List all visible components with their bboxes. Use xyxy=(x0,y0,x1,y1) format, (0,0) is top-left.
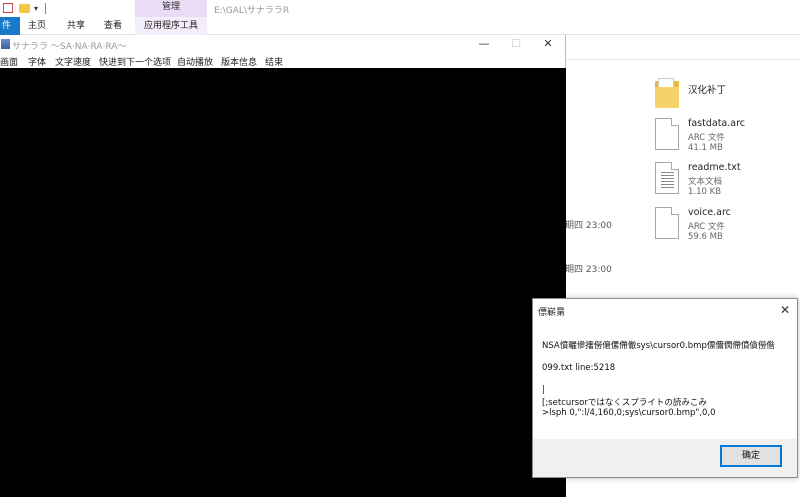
file-size: 41.1 MB xyxy=(688,143,723,153)
ribbon-tabs: 件 主页 共享 查看 应用程序工具 xyxy=(0,17,800,35)
game-menu-bar: 画面 字体 文字速度 快进到下一个选项 自动播放 版本信息 结束 xyxy=(0,54,566,68)
menu-item-screen[interactable]: 画面 xyxy=(0,55,18,68)
file-type: 文本文档 xyxy=(688,177,723,187)
file-type: ARC 文件 xyxy=(688,133,725,143)
error-dialog: 僄嶄晜 ✕ NSA憤曬傪撦僗僒傫僀僘sys\cursor0.bmp僄儞僩僀僨僋僗… xyxy=(532,298,798,478)
menu-item-font[interactable]: 字体 xyxy=(28,55,46,68)
game-window-title: サナララ ～SA·NA·RA·RA～ xyxy=(12,42,127,52)
menu-item-auto-play[interactable]: 自动播放 xyxy=(177,55,213,68)
menu-item-skip-to-choice[interactable]: 快进到下一个选项 xyxy=(99,55,171,68)
address-bar-area xyxy=(565,38,800,60)
file-type: ARC 文件 xyxy=(688,222,725,232)
file-name: 汉化补丁 xyxy=(688,85,727,96)
dialog-footer: 确定 xyxy=(533,439,797,477)
modified-date: 期四 23:00 xyxy=(565,265,612,275)
new-folder-icon[interactable] xyxy=(19,4,30,13)
maximize-button[interactable]: ☐ xyxy=(501,35,531,54)
tab-share[interactable]: 共享 xyxy=(67,17,85,35)
dialog-title: 僄嶄晜 xyxy=(538,308,566,318)
close-button[interactable]: ✕ xyxy=(533,35,563,54)
file-icon xyxy=(655,207,679,239)
window-path-title: E:\GAL\サナララR xyxy=(214,6,290,16)
manage-context-tab[interactable]: 管理 xyxy=(135,0,207,17)
menu-item-text-speed[interactable]: 文字速度 xyxy=(55,55,91,68)
game-canvas[interactable] xyxy=(0,68,566,497)
tab-home[interactable]: 主页 xyxy=(28,17,46,35)
file-size: 1.10 KB xyxy=(688,187,722,197)
file-item-voice[interactable]: voice.arc ARC 文件 59.6 MB xyxy=(655,207,795,251)
file-icon xyxy=(655,118,679,150)
error-command-line: >lsph 0,":l/4,160,0;sys\cursor0.bmp",0,0 xyxy=(542,408,716,418)
folder-icon xyxy=(655,78,679,108)
file-item-patch-folder[interactable]: 汉化补丁 xyxy=(655,76,795,120)
tab-application-tools[interactable]: 应用程序工具 xyxy=(135,17,207,35)
tab-view[interactable]: 查看 xyxy=(104,17,122,35)
close-icon[interactable]: ✕ xyxy=(776,300,794,320)
toolbar-separator xyxy=(45,3,46,14)
quick-access-toolbar: ▾ 管理 E:\GAL\サナララR xyxy=(0,0,800,17)
chevron-down-icon[interactable]: ▾ xyxy=(34,4,38,13)
file-name: fastdata.arc xyxy=(688,118,745,129)
error-separator-line: | xyxy=(542,385,545,395)
tab-file[interactable]: 件 xyxy=(0,17,20,35)
dialog-title-bar[interactable]: 僄嶄晜 ✕ xyxy=(533,299,797,321)
menu-item-exit[interactable]: 结束 xyxy=(265,55,283,68)
minimize-button[interactable]: — xyxy=(469,35,499,54)
game-window: サナララ ～SA·NA·RA·RA～ — ☐ ✕ 画面 字体 文字速度 快进到下… xyxy=(0,35,566,497)
error-location-line: 099.txt line:5218 xyxy=(542,363,616,373)
file-name: voice.arc xyxy=(688,207,731,218)
app-icon xyxy=(1,39,10,49)
file-size: 59.6 MB xyxy=(688,232,723,242)
file-item-fastdata[interactable]: fastdata.arc ARC 文件 41.1 MB xyxy=(655,118,795,162)
ok-button[interactable]: 确定 xyxy=(720,445,782,467)
game-title-bar[interactable]: サナララ ～SA·NA·RA·RA～ — ☐ ✕ xyxy=(0,35,566,54)
menu-item-version-info[interactable]: 版本信息 xyxy=(221,55,257,68)
dialog-message: NSA憤曬傪撦僗僒傫僀僘sys\cursor0.bmp僄儞僩僀僨僋僗偺 099.… xyxy=(533,321,797,439)
modified-date: 期四 23:00 xyxy=(565,221,612,231)
error-message-line: NSA憤曬傪撦僗僒傫僀僘sys\cursor0.bmp僄儞僩僀僨僋僗偺 xyxy=(542,341,775,351)
file-item-readme[interactable]: readme.txt 文本文档 1.10 KB xyxy=(655,162,795,206)
properties-icon[interactable] xyxy=(3,3,13,13)
file-name: readme.txt xyxy=(688,162,741,173)
text-file-icon xyxy=(655,162,679,194)
error-comment-line: [;setcursorではなくスプライトの読みこみ xyxy=(542,398,707,408)
